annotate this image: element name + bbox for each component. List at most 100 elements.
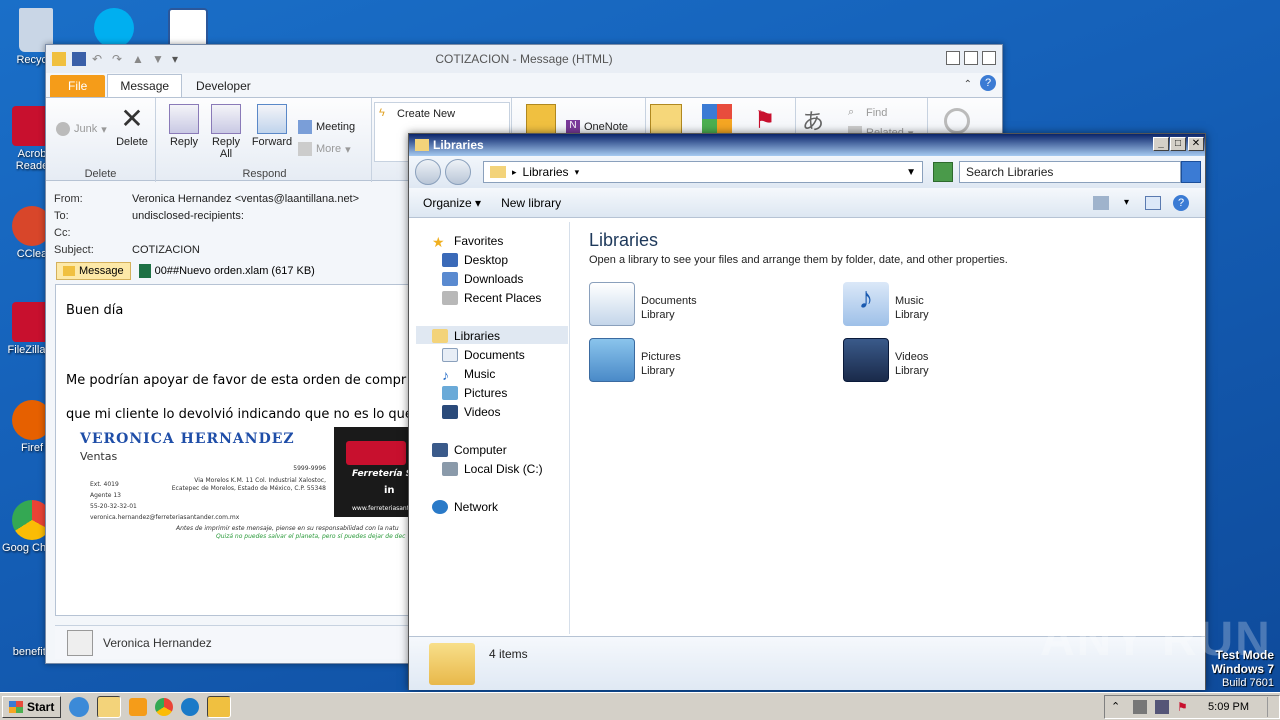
tab-message[interactable]: Message <box>107 74 183 97</box>
nav-pictures[interactable]: Pictures <box>442 386 507 400</box>
videos-library-icon <box>843 338 889 382</box>
show-hidden-icons-icon[interactable]: ⌃ <box>1111 700 1125 714</box>
signature-name: VERONICA HERNANDEZ <box>80 431 295 447</box>
signature-role: Ventas <box>80 450 118 463</box>
breadcrumb-libraries[interactable]: Libraries <box>523 165 569 179</box>
refresh-icon[interactable] <box>933 162 953 182</box>
network-tray-icon[interactable] <box>1155 700 1169 714</box>
volume-icon[interactable] <box>1133 700 1147 714</box>
delete-button[interactable]: ✕ Delete <box>110 103 154 149</box>
preview-pane-icon[interactable] <box>1145 195 1161 210</box>
library-documents[interactable]: Documents Library <box>589 282 697 326</box>
meeting-button[interactable]: Meeting <box>298 120 355 134</box>
library-pictures[interactable]: Pictures Library <box>589 338 681 382</box>
library-music[interactable]: ♪ Music Library <box>843 282 929 326</box>
nav-libraries[interactable]: Libraries <box>432 329 500 343</box>
breadcrumb-chevron-icon[interactable]: ▸ <box>512 167 517 178</box>
from-label: From: <box>54 193 83 205</box>
attachment-item[interactable]: 00##Nuevo orden.xlam (617 KB) <box>138 264 315 278</box>
show-desktop-button[interactable] <box>1267 697 1277 717</box>
pictures-icon <box>442 386 458 400</box>
help-icon[interactable]: ? <box>980 75 996 91</box>
chrome-taskbar-icon[interactable] <box>155 697 174 716</box>
outlook-taskbar-icon[interactable] <box>207 695 232 718</box>
nav-network[interactable]: Network <box>432 500 498 514</box>
navigation-pane: ★ Favorites Desktop Downloads Recent Plac… <box>412 222 570 634</box>
edge-icon[interactable] <box>181 697 200 716</box>
nav-favorites[interactable]: ★ Favorites <box>432 234 503 250</box>
nav-downloads[interactable]: Downloads <box>442 272 523 286</box>
clock[interactable]: 5:09 PM <box>1208 701 1249 713</box>
tab-file[interactable]: File <box>50 75 106 97</box>
down-arrow-icon[interactable]: ▼ <box>152 52 166 66</box>
nav-music[interactable]: ♪ Music <box>442 367 495 383</box>
address-history-dropdown-icon[interactable]: ▼ <box>906 167 916 178</box>
libraries-folder-icon <box>429 643 475 685</box>
nav-documents[interactable]: Documents <box>442 348 525 362</box>
body-line-1: Me podrían apoyar de favor de esta orden… <box>66 373 407 388</box>
from-value[interactable]: Veronica Hernandez <ventas@laantillana.n… <box>132 193 359 210</box>
body-greeting: Buen día <box>66 303 124 318</box>
internet-explorer-icon[interactable] <box>69 696 90 717</box>
minimize-button[interactable] <box>946 51 960 65</box>
nav-desktop[interactable]: Desktop <box>442 253 508 267</box>
customize-qat-icon[interactable]: ▾ <box>172 52 186 66</box>
organize-button[interactable]: Organize ▾ <box>423 196 481 210</box>
create-new-button[interactable]: ϟ Create New <box>379 107 455 121</box>
close-button[interactable]: ✕ <box>1188 137 1204 151</box>
move-icon[interactable] <box>526 104 556 134</box>
maximize-button[interactable]: □ <box>1170 137 1186 151</box>
start-button[interactable]: Start <box>2 695 62 718</box>
zoom-icon[interactable] <box>944 108 970 134</box>
tab-developer[interactable]: Developer <box>184 75 263 97</box>
follow-up-flag-icon[interactable]: ⚑ <box>754 106 780 134</box>
nav-videos[interactable]: Videos <box>442 405 500 419</box>
more-button[interactable]: More ▾ <box>298 142 351 156</box>
new-library-button[interactable]: New library <box>501 196 561 210</box>
os-build: Build 7601 <box>1222 677 1274 689</box>
nav-local-disk[interactable]: Local Disk (C:) <box>442 462 543 476</box>
message-view-tab[interactable]: Message <box>56 262 131 280</box>
media-player-icon[interactable] <box>129 697 148 716</box>
redo-icon[interactable]: ↷ <box>112 52 126 66</box>
back-button[interactable] <box>415 159 441 185</box>
excel-file-icon <box>138 264 151 278</box>
categorize-icon[interactable] <box>702 104 732 134</box>
envelope-icon <box>63 266 75 276</box>
linkedin-icon: in <box>384 485 395 496</box>
save-icon[interactable] <box>72 52 86 66</box>
libraries-folder-icon <box>415 139 429 151</box>
library-videos[interactable]: Videos Library <box>843 338 929 382</box>
change-view-icon[interactable] <box>1093 195 1109 210</box>
reply-button[interactable]: Reply <box>164 104 204 148</box>
undo-icon[interactable]: ↶ <box>92 52 106 66</box>
nav-computer[interactable]: Computer <box>432 443 507 457</box>
nav-recent-places[interactable]: Recent Places <box>442 291 541 305</box>
forward-button[interactable]: Forward <box>250 104 294 148</box>
forward-button[interactable] <box>445 159 471 185</box>
action-center-flag-icon[interactable]: ⚑ <box>1177 700 1191 714</box>
close-button[interactable] <box>982 51 996 65</box>
search-icon[interactable] <box>1181 161 1201 183</box>
view-options-chevron-icon[interactable]: ▾ <box>1124 197 1129 208</box>
ribbon-group-delete: Junk ▾ ✕ Delete Delete <box>46 98 156 182</box>
signature-email[interactable]: veronica.hernandez@ferreteriasantander.c… <box>90 514 239 521</box>
find-button[interactable]: ⌕ Find <box>848 106 887 120</box>
people-pane[interactable]: Veronica Hernandez <box>55 625 415 659</box>
maximize-button[interactable] <box>964 51 978 65</box>
onenote-button[interactable]: N OneNote <box>566 120 628 134</box>
help-icon[interactable]: ? <box>1173 194 1189 211</box>
message-body[interactable]: Buen día Me podrían apoyar de favor de e… <box>55 284 415 616</box>
reply-all-button[interactable]: Reply All <box>206 104 246 160</box>
mark-unread-icon[interactable] <box>650 104 682 134</box>
up-arrow-icon[interactable]: ▲ <box>132 52 146 66</box>
collapse-ribbon-icon[interactable]: ⌃ <box>964 79 972 90</box>
chevron-down-icon[interactable]: ▾ <box>575 167 580 178</box>
explorer-taskbar-icon[interactable] <box>97 695 122 718</box>
translate-icon[interactable]: あ <box>802 104 824 136</box>
address-bar[interactable]: ▸ Libraries ▾ ▼ <box>483 161 923 183</box>
minimize-button[interactable]: _ <box>1153 137 1169 151</box>
search-input[interactable]: Search Libraries <box>959 161 1181 183</box>
delete-x-icon: ✕ <box>120 103 144 134</box>
junk-button[interactable]: Junk ▾ <box>56 122 107 136</box>
